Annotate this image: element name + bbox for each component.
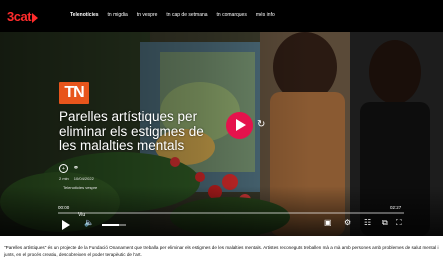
- nav-item-tn-comarques[interactable]: tn comarques: [217, 12, 247, 18]
- fullscreen-icon[interactable]: ⛶: [396, 218, 402, 228]
- volume-fill: [102, 224, 119, 226]
- nav-item-tn-migdia[interactable]: tn migdia: [108, 12, 128, 18]
- share-icon[interactable]: ⚭: [73, 164, 79, 173]
- site-logo[interactable]: 3cat: [7, 9, 39, 24]
- video-player[interactable]: 3cat Telenotícies tn migdia tn vespre tn…: [0, 0, 443, 236]
- video-meta: 2 min 10/04/2022: [59, 176, 94, 181]
- add-to-list-icon[interactable]: +: [59, 164, 68, 173]
- video-title: Parelles artístiques per eliminar els es…: [59, 109, 204, 153]
- subtitles-icon[interactable]: ▣: [324, 218, 332, 228]
- video-program: Telenotícies vespre: [63, 185, 98, 190]
- logo-arrow-icon: [32, 12, 39, 23]
- play-icon[interactable]: [62, 220, 70, 230]
- total-time: 02:27: [390, 205, 402, 210]
- site-header: 3cat Telenotícies tn migdia tn vespre tn…: [0, 0, 443, 32]
- progress-bar[interactable]: [58, 212, 404, 214]
- center-play-button[interactable]: [226, 112, 253, 139]
- gear-icon[interactable]: ⚙: [344, 218, 351, 228]
- nav-item-tn-vespre[interactable]: tn vespre: [137, 12, 158, 18]
- video-description: "Parelles artístiques" és un projecte de…: [4, 245, 439, 257]
- chapters-icon[interactable]: ☷: [364, 218, 371, 228]
- nav-item-mes-info[interactable]: més info: [256, 12, 275, 18]
- video-actions: + ⚭: [59, 164, 79, 173]
- current-time: 00:00: [58, 205, 70, 210]
- main-nav: Telenotícies tn migdia tn vespre tn cap …: [70, 12, 275, 18]
- video-date: 10/04/2022: [73, 176, 94, 181]
- nav-item-tn-cap-de-setmana[interactable]: tn cap de setmana: [166, 12, 207, 18]
- video-duration: 2 min: [59, 176, 69, 181]
- tn-badge: TN: [59, 82, 89, 104]
- replay-icon[interactable]: ↻: [257, 119, 265, 130]
- volume-slider[interactable]: [102, 224, 126, 226]
- logo-text: 3cat: [7, 9, 32, 24]
- picture-in-picture-icon[interactable]: ⧉: [382, 218, 388, 228]
- volume-icon[interactable]: 🔈: [84, 218, 94, 228]
- nav-item-telenoticies[interactable]: Telenotícies: [70, 12, 99, 18]
- player-controls: Viu 🔈 ▣ ⚙ ☷ ⧉ ⛶: [58, 212, 404, 232]
